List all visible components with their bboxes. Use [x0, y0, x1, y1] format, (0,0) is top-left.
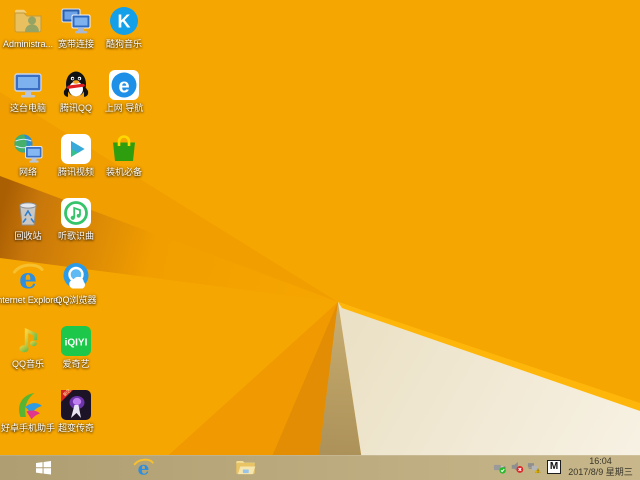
essential-apps-icon	[108, 133, 140, 165]
network-icon	[12, 133, 44, 165]
desktop-icon-web-navigation[interactable]: e上网 导航	[100, 66, 148, 128]
network-warning-icon[interactable]	[527, 460, 541, 474]
qq-browser-icon	[60, 261, 92, 293]
taskbar-clock[interactable]: 16:04 2017/8/9 星期三	[563, 456, 638, 478]
desktop-icon-label: 听歌识曲	[42, 230, 110, 242]
kuwo-listen-song-icon	[60, 197, 92, 229]
svg-text:e: e	[118, 76, 129, 98]
desktop-icon-tencent-qq[interactable]: 腾讯QQ	[52, 66, 100, 128]
this-pc-icon	[12, 69, 44, 101]
desktop-icon-chaobian-legend-game[interactable]: 新区超变传奇	[52, 386, 100, 448]
volume-muted-icon[interactable]	[510, 460, 524, 474]
desktop-screen: Administra...宽带连接K酷狗音乐这台电脑腾讯QQe上网 导航网络腾讯…	[0, 0, 640, 480]
desktop-icon-network[interactable]: 网络	[4, 130, 52, 192]
administrator-folder-icon	[12, 5, 44, 37]
tencent-qq-icon	[60, 69, 92, 101]
usb-safely-remove-icon[interactable]	[493, 460, 507, 474]
desktop-icon-recycle-bin[interactable]: 回收站	[4, 194, 52, 256]
desktop-icon-broadband-connection[interactable]: 宽带连接	[52, 2, 100, 64]
ie-task-icon: e	[133, 457, 154, 478]
chaobian-legend-game-icon: 新区	[60, 389, 92, 421]
desktop-icon-administrator-folder[interactable]: Administra...	[4, 2, 52, 64]
desktop-icon-tencent-video[interactable]: 腾讯视频	[52, 130, 100, 192]
taskbar-file-explorer[interactable]	[224, 455, 266, 480]
explorer-icon	[235, 457, 256, 478]
ime-indicator[interactable]: M	[547, 460, 561, 474]
recycle-bin-icon	[12, 197, 44, 229]
desktop-icon-qq-music[interactable]: QQ音乐	[4, 322, 52, 384]
desktop-icon-label: 超变传奇	[42, 422, 110, 434]
svg-text:iQIYI: iQIYI	[65, 338, 88, 349]
desktop-icon-label: 爱奇艺	[42, 358, 110, 370]
haozhuo-phone-assistant-icon	[12, 389, 44, 421]
desktop-icon-haozhuo-phone-assistant[interactable]: 好卓手机助手	[4, 386, 52, 448]
start-icon	[34, 458, 53, 477]
desktop-icon-label: 上网 导航	[90, 102, 158, 114]
desktop-icon-label: 装机必备	[90, 166, 158, 178]
desktop-icon-essential-apps[interactable]: 装机必备	[100, 130, 148, 192]
desktop-icon-label: 酷狗音乐	[90, 38, 158, 50]
tencent-video-icon	[60, 133, 92, 165]
svg-text:K: K	[118, 12, 131, 32]
iqiyi-icon: iQIYI	[60, 325, 92, 357]
desktop-icon-grid: Administra...宽带连接K酷狗音乐这台电脑腾讯QQe上网 导航网络腾讯…	[0, 0, 640, 480]
desktop-icon-internet-explorer[interactable]: eInternet Explorer	[4, 258, 52, 320]
desktop-icon-iqiyi[interactable]: iQIYI爱奇艺	[52, 322, 100, 384]
desktop-icon-kugou-music[interactable]: K酷狗音乐	[100, 2, 148, 64]
taskbar-internet-explorer[interactable]: e	[122, 455, 164, 480]
clock-time: 16:04	[563, 456, 638, 467]
start-button[interactable]	[22, 455, 64, 480]
desktop-icon-label: QQ浏览器	[42, 294, 110, 306]
broadband-connection-icon	[60, 5, 92, 37]
web-navigation-icon: e	[108, 69, 140, 101]
desktop-icon-qq-browser[interactable]: QQ浏览器	[52, 258, 100, 320]
qq-music-icon	[12, 325, 44, 357]
taskbar[interactable]	[0, 455, 640, 480]
desktop-icon-this-pc[interactable]: 这台电脑	[4, 66, 52, 128]
clock-date: 2017/8/9 星期三	[563, 467, 638, 478]
internet-explorer-icon: e	[12, 261, 44, 293]
kugou-music-icon: K	[108, 5, 140, 37]
desktop-icon-kuwo-listen-song[interactable]: 听歌识曲	[52, 194, 100, 256]
